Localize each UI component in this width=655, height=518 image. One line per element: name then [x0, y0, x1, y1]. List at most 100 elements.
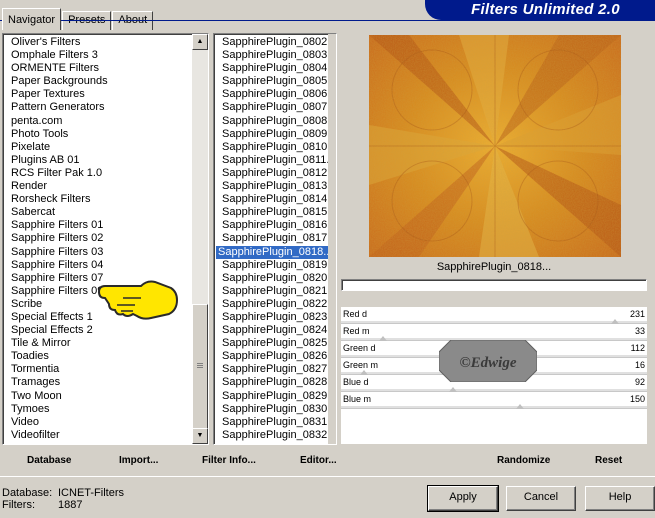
list-item[interactable]: SapphirePlugin_0811... — [214, 154, 330, 167]
list-item[interactable]: Sabercat — [3, 206, 192, 219]
list-item[interactable]: Pixelate — [3, 141, 192, 154]
list-item[interactable]: SapphirePlugin_0812... — [214, 167, 330, 180]
list-item[interactable]: Sapphire Filters 04 — [3, 259, 192, 272]
slider-label: Blue m — [343, 394, 372, 404]
list-item[interactable]: Sapphire Filters 02 — [3, 232, 192, 245]
slider-label: Green d — [343, 343, 376, 353]
list-item[interactable]: Tormentia — [3, 363, 192, 376]
list-item[interactable]: Oliver's Filters — [3, 36, 192, 49]
list-item[interactable]: Tramages — [3, 376, 192, 389]
list-item[interactable]: SapphirePlugin_0807... — [214, 101, 330, 114]
preview-caption: SapphirePlugin_0818... — [436, 261, 552, 273]
list-item[interactable]: SapphirePlugin_0819... — [214, 259, 330, 272]
list-item[interactable]: SapphirePlugin_0825... — [214, 337, 330, 350]
list-item[interactable]: SapphirePlugin_0803... — [214, 49, 330, 62]
slider-row[interactable]: Red m 33 — [341, 324, 647, 341]
database-button[interactable]: Database — [27, 455, 71, 466]
list-item[interactable]: Photo Tools — [3, 128, 192, 141]
list-item[interactable]: Tile & Mirror — [3, 337, 192, 350]
database-label: Database: — [2, 487, 53, 499]
apply-button[interactable]: Apply — [427, 485, 499, 512]
list-item[interactable]: SapphirePlugin_0817... — [214, 232, 330, 245]
list-item[interactable]: SapphirePlugin_0806... — [214, 88, 330, 101]
scroll-down-icon[interactable]: ▼ — [192, 428, 208, 444]
tab-navigator[interactable]: Navigator — [2, 8, 62, 30]
list-item[interactable]: Sapphire Filters 01 — [3, 219, 192, 232]
category-list[interactable]: Oliver's Filters Omphale Filters 3 ORMENTE… — [3, 36, 192, 444]
list-item[interactable]: Rorsheck Filters — [3, 193, 192, 206]
slider-row[interactable]: Red d 231 — [341, 307, 647, 324]
filter-info-button[interactable]: Filter Info... — [202, 455, 256, 466]
list-item[interactable]: Render — [3, 180, 192, 193]
list-item[interactable]: Pattern Generators — [3, 101, 192, 114]
list-item[interactable]: SapphirePlugin_0822... — [214, 298, 330, 311]
filter-list-panel: SapphirePlugin_0802... SapphirePlugin_080… — [213, 33, 337, 445]
app-title: Filters Unlimited 2.0 — [471, 1, 620, 18]
list-item[interactable]: SapphirePlugin_0827... — [214, 363, 330, 376]
list-item[interactable]: SapphirePlugin_0815... — [214, 206, 330, 219]
list-item[interactable]: SapphirePlugin_0820... — [214, 272, 330, 285]
watermark-text: ©Edwige — [459, 355, 516, 371]
list-item[interactable]: Tymoes — [3, 403, 192, 416]
list-item[interactable]: SapphirePlugin_0804... — [214, 62, 330, 75]
list-item[interactable]: Sapphire Filters 03 — [3, 246, 192, 259]
list-item[interactable]: Videofilter — [3, 429, 192, 442]
tab-strip: Navigator Presets About — [2, 8, 154, 30]
scroll-up-icon[interactable]: ▲ — [192, 34, 208, 50]
slider-track[interactable] — [341, 406, 647, 409]
list-item[interactable]: SapphirePlugin_0830... — [214, 403, 330, 416]
database-value: ICNET-Filters — [58, 487, 124, 499]
filter-scrollbar[interactable] — [328, 34, 336, 444]
list-item[interactable]: SapphirePlugin_0809... — [214, 128, 330, 141]
list-item[interactable]: Omphale Filters 3 — [3, 49, 192, 62]
slider-label: Red d — [343, 309, 368, 319]
slider-value: 92 — [634, 377, 645, 387]
editor-button[interactable]: Editor... — [300, 455, 337, 466]
slider-value: 150 — [629, 394, 645, 404]
slider-row[interactable]: Blue m 150 — [341, 392, 647, 409]
bottom-separator — [0, 476, 655, 477]
list-item[interactable]: SapphirePlugin_0805... — [214, 75, 330, 88]
slider-value: 16 — [634, 360, 645, 370]
help-button[interactable]: Help — [585, 486, 655, 511]
list-item[interactable]: SapphirePlugin_0826... — [214, 350, 330, 363]
pointing-hand-icon — [97, 278, 179, 320]
list-item[interactable]: SapphirePlugin_0829... — [214, 390, 330, 403]
list-item[interactable]: SapphirePlugin_0810... — [214, 141, 330, 154]
list-item[interactable]: SapphirePlugin_0831... — [214, 416, 330, 429]
list-item[interactable]: Special Effects 2 — [3, 324, 192, 337]
randomize-button[interactable]: Randomize — [497, 455, 550, 466]
slider-knob[interactable] — [516, 404, 525, 409]
list-item[interactable]: SapphirePlugin_0818... — [216, 245, 330, 259]
list-item[interactable]: penta.com — [3, 115, 192, 128]
list-item[interactable]: Paper Backgrounds — [3, 75, 192, 88]
cancel-button[interactable]: Cancel — [506, 486, 576, 511]
list-item[interactable]: Video — [3, 416, 192, 429]
import-button[interactable]: Import... — [119, 455, 158, 466]
category-scroll-thumb[interactable] — [192, 304, 208, 429]
list-item[interactable]: SapphirePlugin_0824... — [214, 324, 330, 337]
filter-list[interactable]: SapphirePlugin_0802... SapphirePlugin_080… — [214, 36, 330, 444]
list-item[interactable]: Toadies — [3, 350, 192, 363]
list-item[interactable]: SapphirePlugin_0802... — [214, 36, 330, 49]
category-scrollbar[interactable]: ▲ ▼ — [192, 34, 208, 444]
list-item[interactable]: SapphirePlugin_0808... — [214, 115, 330, 128]
slider-label: Green m — [343, 360, 379, 370]
category-list-panel: Oliver's Filters Omphale Filters 3 ORMENTE… — [2, 33, 209, 445]
list-item[interactable]: SapphirePlugin_0823... — [214, 311, 330, 324]
list-item[interactable]: Two Moon — [3, 390, 192, 403]
filter-preview-image — [369, 35, 621, 257]
list-item[interactable]: SapphirePlugin_0816... — [214, 219, 330, 232]
list-item[interactable]: Paper Textures — [3, 88, 192, 101]
list-item[interactable]: ORMENTE Filters — [3, 62, 192, 75]
list-item[interactable]: SapphirePlugin_0813... — [214, 180, 330, 193]
list-item[interactable]: SapphirePlugin_0814... — [214, 193, 330, 206]
progress-bar — [341, 279, 647, 291]
list-item[interactable]: SapphirePlugin_0832... — [214, 429, 330, 442]
list-item[interactable]: Plugins AB 01 — [3, 154, 192, 167]
list-item[interactable]: SapphirePlugin_0828... — [214, 376, 330, 389]
reset-button[interactable]: Reset — [595, 455, 622, 466]
list-item[interactable]: RCS Filter Pak 1.0 — [3, 167, 192, 180]
banner-underline — [0, 20, 655, 21]
list-item[interactable]: SapphirePlugin_0821... — [214, 285, 330, 298]
